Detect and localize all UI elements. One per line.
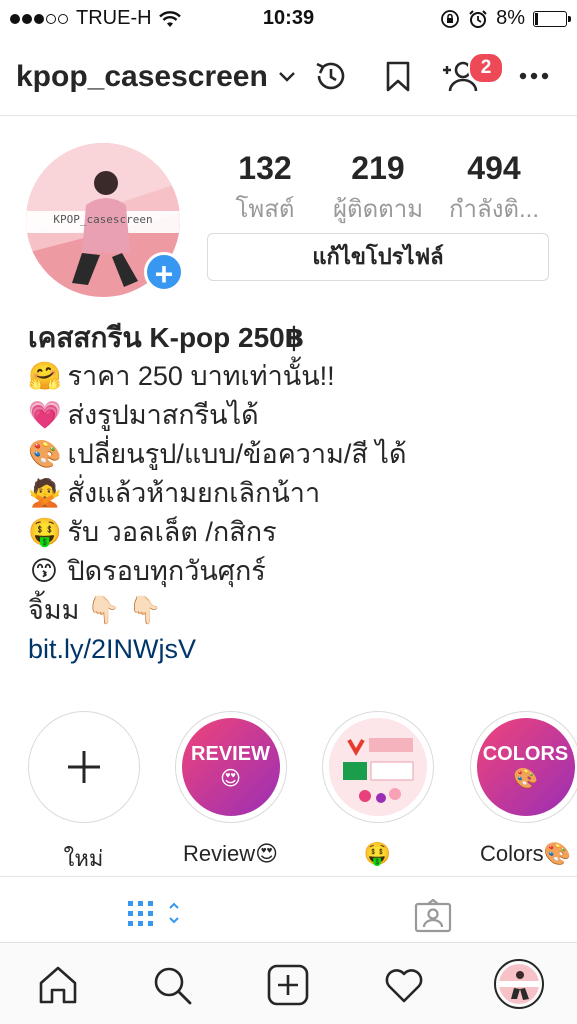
bio-line-text: ปิดรอบทุกวันศุกร์ [67, 556, 266, 586]
stat-following-label: กำลังติ... [448, 196, 540, 223]
history-icon[interactable] [310, 56, 350, 96]
bio-title: เคสสกรีน K-pop 250฿ [28, 322, 305, 353]
add-post-icon[interactable] [266, 963, 310, 1007]
more-icon[interactable] [514, 56, 554, 96]
stat-following-value: 494 [467, 150, 521, 186]
alarm-icon [469, 9, 487, 28]
bio-line: 🙅 สั่งแล้วห้ามยกเลิกน้าา [28, 474, 568, 513]
stat-following[interactable]: 494 กำลังติ... [434, 150, 554, 228]
stat-followers-label: ผู้ติดตาม [332, 196, 424, 223]
kissing-face-icon: 😙 [29, 556, 59, 586]
payment-collage-image [328, 718, 427, 816]
heart-icon[interactable] [382, 963, 426, 1007]
bio-line: 🤗 ราคา 250 บาทเท่านั้น!! [28, 357, 568, 396]
battery-icon [533, 10, 571, 27]
profile-avatar-icon [499, 964, 539, 1004]
highlight-label: Colors🎨 [480, 841, 571, 866]
hugging-face-icon: 🤗 [28, 361, 62, 391]
post-view-tabs [0, 876, 577, 942]
bio-line-text: ส่งรูปมาสกรีนได้ [67, 400, 259, 430]
notification-badge: 2 [468, 52, 504, 84]
edit-profile-button[interactable]: แก้ไขโปรไฟล์ [207, 233, 549, 281]
stat-posts-value: 132 [238, 150, 292, 186]
bio-line-text: รับ วอลเล็ต /กสิกร [67, 517, 277, 547]
profile-header: kpop_casescreen 2 [0, 40, 577, 116]
highlight-ring: REVIEW😍 [174, 711, 287, 823]
profile-bio: เคสสกรีน K-pop 250฿ 🤗 ราคา 250 บาทเท่านั… [28, 318, 568, 669]
home-icon[interactable] [36, 963, 80, 1007]
bio-line: 🤑 รับ วอลเล็ต /กสิกร [28, 513, 568, 552]
stat-posts-label: โพสต์ [235, 196, 295, 223]
bio-line: 😙 ปิดรอบทุกวันศุกร์ [28, 552, 568, 591]
plus-icon [67, 751, 100, 783]
search-icon[interactable] [150, 963, 194, 1007]
bookmark-icon[interactable] [378, 56, 418, 96]
highlight-ring: COLORS🎨 [469, 711, 577, 823]
profile-tab[interactable] [494, 959, 544, 1009]
bio-last-line: จิ้มม 👇🏻 👇🏻 [28, 595, 162, 625]
tagged-icon[interactable] [414, 899, 452, 933]
highlight-new-cover [27, 711, 140, 823]
bio-line: 🎨 เปลี่ยนรูป/แบบ/ข้อความ/สี ได้ [28, 435, 568, 474]
palette-icon: 🎨 [28, 439, 62, 469]
status-bar: TRUE-H 10:39 8% [0, 0, 577, 38]
grid-icon[interactable] [126, 899, 186, 927]
chevron-down-icon [278, 72, 295, 82]
rotation-lock-icon [441, 9, 459, 28]
highlight-label: Review😍 [182, 841, 279, 866]
highlight-cover: COLORS🎨 [476, 718, 575, 816]
money-face-icon: 🤑 [28, 517, 62, 547]
stat-posts[interactable]: 132 โพสต์ [205, 150, 325, 228]
highlight-ring [321, 711, 434, 823]
bottom-navigation [0, 942, 577, 1024]
bio-link[interactable]: bit.ly/2INWjsV [28, 634, 196, 664]
avatar-caption: KPOP_casescreen [53, 213, 153, 226]
status-right: 8% [440, 7, 571, 30]
username: kpop_casescreen [16, 60, 268, 93]
stat-followers[interactable]: 219 ผู้ติดตาม [318, 150, 438, 228]
account-switcher[interactable]: kpop_casescreen [16, 60, 296, 94]
highlight-review[interactable]: REVIEW😍 Review😍 [173, 711, 288, 867]
bio-line: 💗 ส่งรูปมาสกรีนได้ [28, 396, 568, 435]
highlight-label: 🤑 [363, 841, 392, 866]
bio-line-text: สั่งแล้วห้ามยกเลิกน้าา [67, 478, 321, 508]
highlight-new[interactable]: ใหม่ [26, 711, 141, 876]
highlight-label: ใหม่ [63, 846, 104, 871]
bio-line-text: เปลี่ยนรูป/แบบ/ข้อความ/สี ได้ [67, 439, 407, 469]
highlight-colors[interactable]: COLORS🎨 Colors🎨 [468, 711, 577, 867]
add-story-button[interactable]: + [144, 252, 184, 292]
highlight-cover: REVIEW😍 [181, 718, 280, 816]
highlight-cover-image [328, 718, 427, 816]
gesture-no-icon: 🙅 [28, 478, 62, 508]
bio-line-text: ราคา 250 บาทเท่านั้น!! [67, 361, 335, 391]
stat-followers-value: 219 [351, 150, 405, 186]
pink-heart-icon: 💗 [28, 400, 62, 430]
battery-percent: 8% [496, 7, 525, 29]
highlight-payment[interactable]: 🤑 [320, 711, 435, 867]
